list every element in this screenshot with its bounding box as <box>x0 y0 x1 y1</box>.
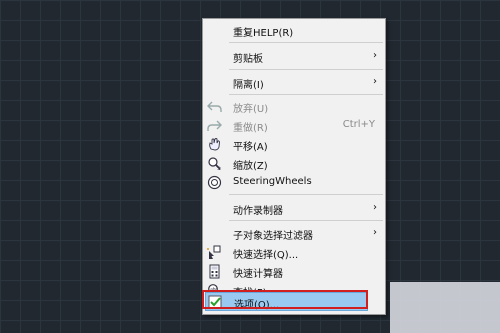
menu-item-label: 子对象选择过滤器 <box>233 231 313 242</box>
menu-item-quick-select[interactable]: 快速选择(Q)... <box>203 243 385 262</box>
menu-item-isolate[interactable]: 隔离(I) › <box>203 73 385 92</box>
menu-item-repeat-help[interactable]: 重复HELP(R) <box>203 21 385 40</box>
menu-item-steeringwheels[interactable]: SteeringWheels <box>203 173 385 192</box>
zoom-icon: ± <box>207 156 222 172</box>
menu-separator <box>229 220 383 221</box>
undo-icon <box>207 99 222 114</box>
submenu-arrow-icon: › <box>373 50 377 61</box>
steeringwheels-icon <box>207 175 222 190</box>
menu-separator <box>229 94 383 95</box>
watermark-overlay <box>390 282 500 333</box>
pan-icon <box>207 137 222 152</box>
menu-item-label: 快速选择(Q)... <box>233 250 299 261</box>
redo-icon <box>207 118 222 133</box>
submenu-arrow-icon: › <box>373 76 377 87</box>
menu-separator <box>229 194 383 195</box>
menu-item-shortcut: Ctrl+Y <box>342 119 375 130</box>
menu-item-pan[interactable]: 平移(A) <box>203 135 385 154</box>
menu-item-subobject-filter[interactable]: 子对象选择过滤器 › <box>203 224 385 243</box>
submenu-arrow-icon: › <box>373 227 377 238</box>
menu-item-label: 快速计算器 <box>233 269 283 280</box>
submenu-arrow-icon: › <box>373 202 377 213</box>
annotation-highlight-box <box>202 290 368 309</box>
menu-item-undo[interactable]: 放弃(U) <box>203 97 385 116</box>
menu-item-label: 重做(R) <box>233 123 268 134</box>
menu-separator <box>229 69 383 70</box>
menu-item-label: 动作录制器 <box>233 206 283 217</box>
menu-item-label: 放弃(U) <box>233 104 269 115</box>
menu-item-clipboard[interactable]: 剪贴板 › <box>203 47 385 66</box>
menu-item-action-recorder[interactable]: 动作录制器 › <box>203 199 385 218</box>
quick-select-icon <box>207 245 222 260</box>
menu-separator <box>229 42 383 43</box>
svg-text:±: ± <box>217 166 221 171</box>
menu-item-label: 缩放(Z) <box>233 161 268 172</box>
menu-item-label: SteeringWheels <box>233 176 312 187</box>
menu-item-label: 平移(A) <box>233 142 268 153</box>
menu-item-label: 重复HELP(R) <box>233 28 294 39</box>
calculator-icon <box>207 264 222 279</box>
menu-item-quick-calculator[interactable]: 快速计算器 <box>203 262 385 281</box>
menu-item-zoom[interactable]: ± 缩放(Z) <box>203 154 385 173</box>
context-menu: 重复HELP(R) 剪贴板 › 隔离(I) › 放弃(U) 重做(R) Ctrl… <box>202 18 386 315</box>
menu-item-label: 隔离(I) <box>233 80 264 91</box>
menu-item-label: 剪贴板 <box>233 54 263 65</box>
menu-item-redo[interactable]: 重做(R) Ctrl+Y <box>203 116 385 135</box>
